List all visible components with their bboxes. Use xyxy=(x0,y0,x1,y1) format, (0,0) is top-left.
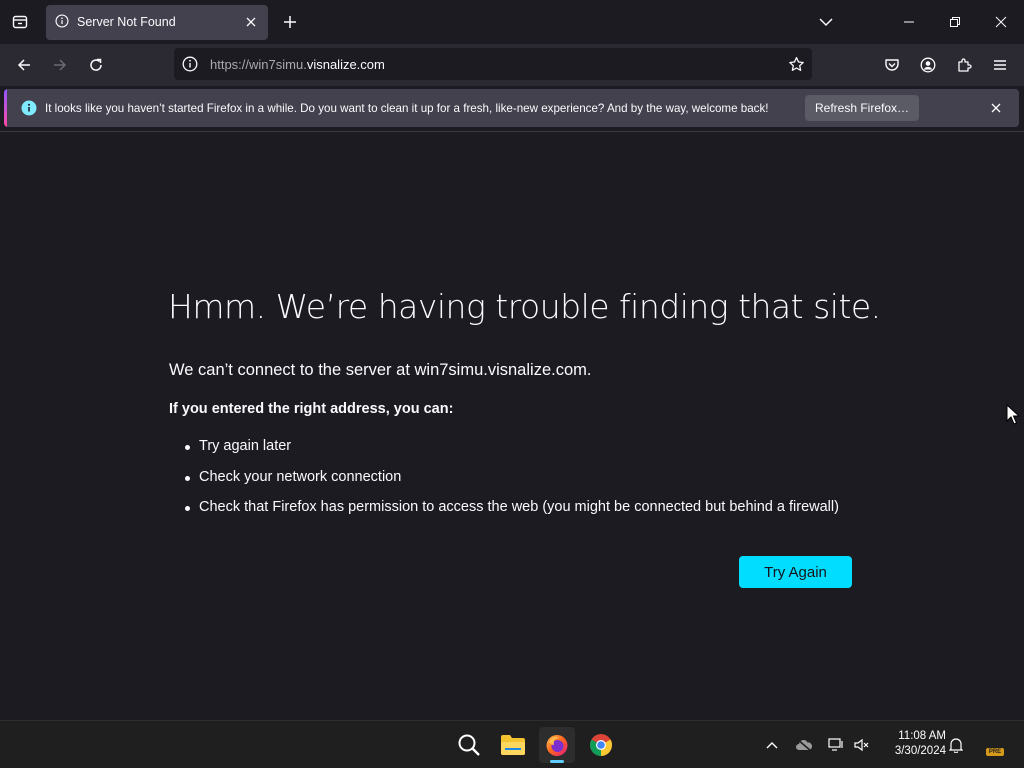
restore-icon[interactable] xyxy=(944,11,966,33)
firefox-view-icon[interactable] xyxy=(8,10,32,34)
forward-arrow-icon[interactable] xyxy=(48,53,72,77)
try-again-button[interactable]: Try Again xyxy=(739,556,852,588)
minimize-icon[interactable] xyxy=(898,11,920,33)
pocket-icon[interactable] xyxy=(880,53,904,77)
refresh-firefox-button[interactable]: Refresh Firefox… xyxy=(805,95,919,121)
list-item: Check your network connection xyxy=(185,469,839,500)
chrome-icon[interactable] xyxy=(583,727,619,763)
taskbar: 11:08 AM 3/30/2024 PRE xyxy=(0,720,1024,768)
url-bar[interactable]: https://win7simu.visnalize.com xyxy=(174,48,812,80)
onedrive-offline-icon[interactable] xyxy=(794,735,814,755)
account-icon[interactable] xyxy=(916,53,940,77)
reload-icon[interactable] xyxy=(84,53,108,77)
url-domain: visnalize.com xyxy=(306,57,385,72)
back-arrow-icon[interactable] xyxy=(12,53,36,77)
notification-bar: It looks like you haven’t started Firefo… xyxy=(4,89,1019,127)
network-icon[interactable] xyxy=(826,735,846,755)
error-short-description: We can’t connect to the server at win7si… xyxy=(169,361,592,379)
mouse-cursor-icon xyxy=(1006,403,1021,431)
notification-message: It looks like you haven’t started Firefo… xyxy=(45,102,769,115)
list-item: Check that Firefox has permission to acc… xyxy=(185,499,839,530)
tab-strip: Server Not Found xyxy=(0,0,1024,44)
list-item: Try again later xyxy=(185,438,839,469)
tab-server-not-found[interactable]: Server Not Found xyxy=(46,5,268,40)
navigation-toolbar: https://win7simu.visnalize.com xyxy=(0,44,1024,86)
bookmark-star-icon[interactable] xyxy=(786,54,806,74)
chevron-up-icon[interactable] xyxy=(762,735,782,755)
error-title: Hmm. We’re having trouble finding that s… xyxy=(168,287,881,326)
new-tab-icon[interactable] xyxy=(279,11,301,33)
notification-bell-icon[interactable] xyxy=(946,735,966,755)
list-all-tabs-icon[interactable] xyxy=(815,11,837,33)
url-prefix: https://win7simu. xyxy=(210,57,307,72)
suggestion-list: Try again later Check your network conne… xyxy=(185,438,839,530)
close-notification-icon[interactable] xyxy=(987,99,1005,117)
volume-muted-icon[interactable] xyxy=(852,735,872,755)
search-icon[interactable] xyxy=(451,727,487,763)
close-tab-icon[interactable] xyxy=(242,13,260,31)
close-window-icon[interactable] xyxy=(990,11,1012,33)
info-icon xyxy=(55,14,69,33)
notification-accent xyxy=(4,89,7,127)
firefox-icon[interactable] xyxy=(539,727,575,763)
file-explorer-icon[interactable] xyxy=(495,727,531,763)
tab-title: Server Not Found xyxy=(77,15,176,29)
menu-hamburger-icon[interactable] xyxy=(988,53,1012,77)
error-page: Hmm. We’re having trouble finding that s… xyxy=(0,132,1024,720)
extensions-icon[interactable] xyxy=(952,53,976,77)
error-intro: If you entered the right address, you ca… xyxy=(169,401,454,417)
pre-badge: PRE xyxy=(986,748,1004,756)
info-circle-icon xyxy=(21,100,37,121)
clock-date: 3/30/2024 xyxy=(894,745,946,757)
url-text[interactable]: https://win7simu.visnalize.com xyxy=(210,57,385,72)
system-clock[interactable]: 11:08 AM 3/30/2024 xyxy=(880,729,946,759)
site-info-icon[interactable] xyxy=(182,56,198,77)
active-app-indicator xyxy=(550,760,564,763)
clock-time: 11:08 AM xyxy=(898,730,946,742)
